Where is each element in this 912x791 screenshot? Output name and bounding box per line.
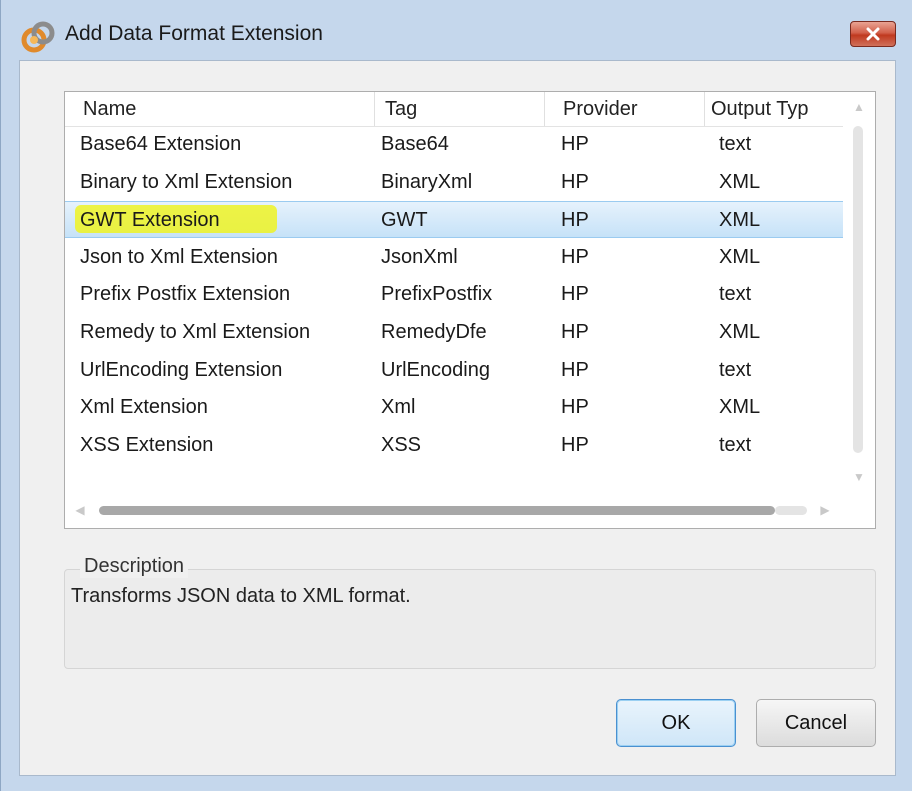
row-output-type-cell: XML [719, 245, 761, 268]
description-text: Transforms JSON data to XML format. [71, 585, 411, 607]
row-name-cell: XSS Extension [80, 433, 214, 456]
table-row-selected[interactable]: GWT Extension GWT HP XML [65, 201, 843, 239]
table-header: Name Tag Provider Output Typ [65, 92, 843, 127]
row-tag-cell: PrefixPostfix [381, 283, 493, 306]
table-row[interactable]: UrlEncoding Extension UrlEncoding HP text [65, 352, 843, 389]
table-row[interactable]: Base64 Extension Base64 HP text [65, 126, 843, 163]
row-tag-cell: RemedyDfe [381, 321, 487, 343]
extensions-table[interactable]: Name Tag Provider Output Typ Base64 Exte… [64, 91, 876, 529]
row-tag-cell: Xml [381, 396, 416, 419]
scroll-left-icon[interactable]: ◀ [65, 492, 95, 528]
table-row[interactable]: Xml Extension Xml HP XML [65, 389, 843, 426]
window-title: Add Data Format Extension [65, 22, 323, 45]
horizontal-scroll-track[interactable] [775, 506, 807, 515]
table-row[interactable]: Remedy to Xml Extension RemedyDfe HP XML [65, 314, 843, 351]
scroll-right-icon[interactable]: ▶ [810, 492, 840, 528]
row-name-cell: UrlEncoding Extension [80, 358, 283, 381]
row-tag-cell: Base64 [381, 133, 449, 155]
table-row[interactable]: Prefix Postfix Extension PrefixPostfix HP t… [65, 276, 843, 313]
row-provider-cell: HP [561, 433, 589, 456]
table-row[interactable]: Json to Xml Extension JsonXml HP XML [65, 239, 843, 276]
row-tag-cell: BinaryXml [381, 170, 473, 193]
dialog-body: Name Tag Provider Output Typ Base64 Exte… [19, 60, 896, 776]
row-provider-cell: HP [561, 321, 589, 343]
vertical-scrollbar[interactable]: ▲ ▼ [843, 92, 875, 492]
table-row[interactable]: Binary to Xml Extension BinaryXml HP XML [65, 164, 843, 201]
row-tag-cell: GWT [381, 209, 428, 232]
vertical-scroll-thumb[interactable] [853, 126, 863, 453]
row-provider-cell: HP [561, 358, 589, 381]
row-output-type-cell: XML [719, 170, 761, 193]
description-box [64, 569, 876, 669]
row-provider-cell: HP [561, 170, 589, 193]
row-provider-cell: HP [561, 245, 589, 268]
row-name-cell: Prefix Postfix Extension [80, 283, 291, 306]
close-icon [866, 27, 880, 41]
row-tag-cell: UrlEncoding [381, 358, 490, 381]
scroll-up-icon[interactable]: ▲ [843, 92, 875, 122]
app-logo-icon [21, 21, 55, 53]
row-output-type-cell: XML [719, 209, 761, 232]
row-output-type-cell: text [719, 283, 752, 306]
row-name-cell: Binary to Xml Extension [80, 170, 293, 193]
row-tag-cell: XSS [381, 433, 422, 456]
row-tag-cell: JsonXml [381, 245, 458, 268]
dialog-window: Add Data Format Extension Name Tag Provi… [0, 0, 912, 791]
cancel-button[interactable]: Cancel [756, 699, 876, 747]
table-row[interactable]: XSS Extension XSS HP text [65, 427, 843, 464]
row-name-cell: Base64 Extension [80, 133, 242, 155]
row-output-type-cell: text [719, 433, 752, 456]
row-provider-cell: HP [561, 133, 589, 155]
column-header-output-type[interactable]: Output Typ [705, 92, 845, 126]
row-output-type-cell: text [719, 358, 752, 381]
row-output-type-cell: text [719, 133, 752, 155]
ok-button[interactable]: OK [616, 699, 736, 747]
title-bar[interactable]: Add Data Format Extension [1, 0, 912, 60]
column-header-name[interactable]: Name [65, 92, 375, 126]
row-provider-cell: HP [561, 396, 589, 419]
row-name-cell: Remedy to Xml Extension [80, 321, 311, 343]
close-button[interactable] [850, 21, 896, 47]
row-name-cell: Json to Xml Extension [80, 245, 278, 268]
row-name-cell: Xml Extension [80, 396, 208, 419]
row-output-type-cell: XML [719, 321, 761, 343]
column-header-tag[interactable]: Tag [375, 92, 545, 126]
row-provider-cell: HP [561, 209, 589, 232]
column-header-provider[interactable]: Provider [545, 92, 705, 126]
horizontal-scroll-thumb[interactable] [99, 506, 775, 515]
description-legend: Description [80, 555, 189, 578]
row-provider-cell: HP [561, 283, 589, 306]
row-name-cell: GWT Extension [80, 209, 220, 232]
row-output-type-cell: XML [719, 396, 761, 419]
scroll-down-icon[interactable]: ▼ [843, 462, 875, 492]
horizontal-scrollbar[interactable]: ◀ ▶ [65, 492, 843, 528]
